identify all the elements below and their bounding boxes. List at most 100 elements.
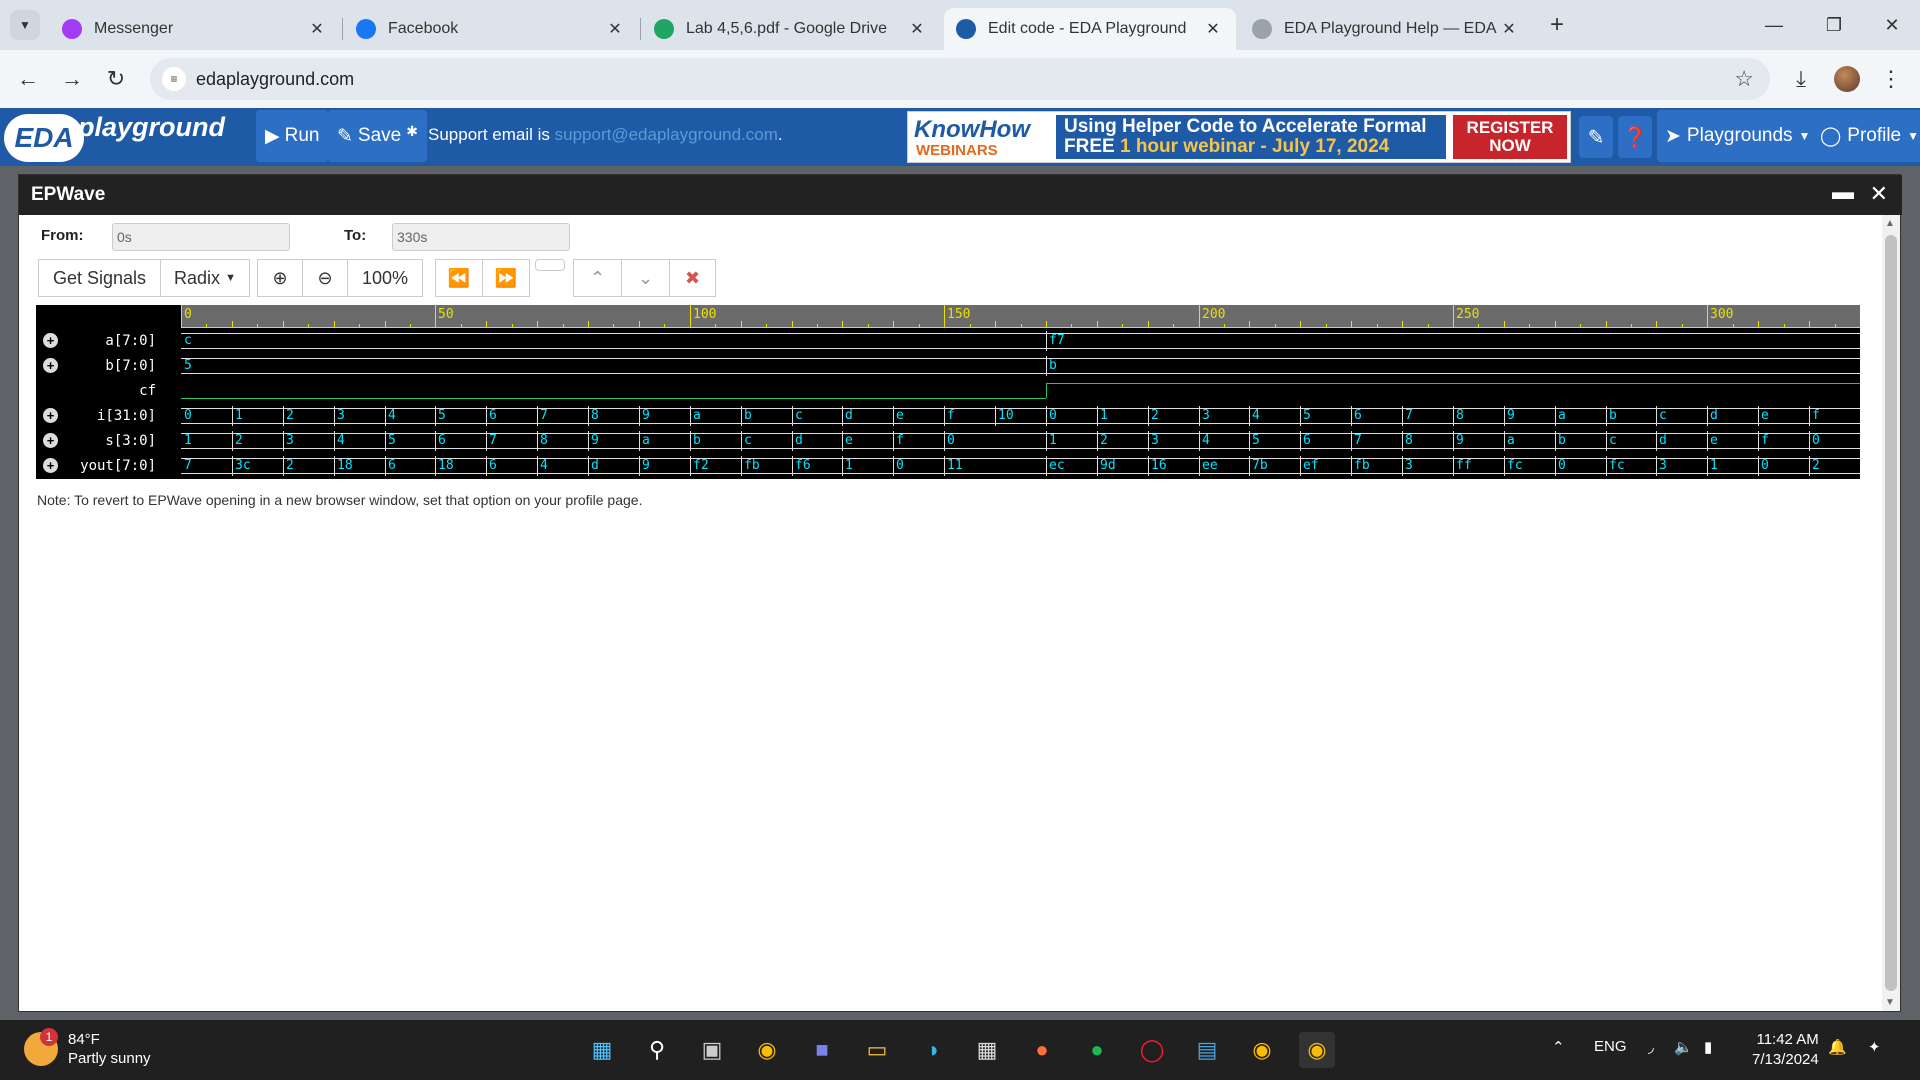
playgrounds-menu[interactable]: ➤ Playgrounds ▼ — [1657, 110, 1819, 162]
time-ruler[interactable]: 0 50 100 150 200 250 300 — [181, 305, 1860, 328]
signal-name[interactable]: s[3:0] — [36, 433, 156, 449]
scrollbar-thumb[interactable] — [1885, 235, 1897, 991]
browser-menu-icon[interactable]: ⋮ — [1874, 63, 1908, 95]
scroll-down-arrow-icon[interactable]: ▼ — [1885, 997, 1895, 1008]
radix-dropdown[interactable]: Radix ▼ — [160, 259, 250, 297]
browser-tab[interactable]: Facebook ✕ — [344, 8, 638, 50]
battery-icon[interactable]: ▮ — [1704, 1038, 1712, 1056]
weather-widget[interactable]: 1 84°F Partly sunny — [24, 1028, 151, 1068]
remove-signal-button[interactable]: ✖ — [669, 259, 716, 297]
signal-lane[interactable]: 0 1 2 3 4 5 6 7 8 9 a b c d e f 10 0 1 2 3 4 5 6 7 8 9 a b c d e f — [181, 406, 1860, 426]
site-info-icon[interactable]: ≡ — [162, 67, 186, 91]
jump-end-button[interactable]: ⏩ — [482, 259, 530, 297]
close-tab-icon[interactable]: ✕ — [906, 19, 928, 39]
firefox-icon[interactable]: ● — [1024, 1032, 1060, 1068]
new-tab-button[interactable]: + — [1542, 10, 1572, 40]
modal-scrollbar[interactable]: ▲ ▼ — [1882, 215, 1900, 1011]
close-tab-icon[interactable]: ✕ — [604, 19, 626, 39]
signal-name[interactable]: yout[7:0] — [36, 458, 156, 474]
close-tab-icon[interactable]: ✕ — [1498, 19, 1520, 39]
signal-value: 4 — [388, 408, 396, 423]
get-signals-button[interactable]: Get Signals — [38, 259, 161, 297]
reload-button[interactable]: ↻ — [100, 63, 132, 95]
ruler-label: 150 — [947, 307, 971, 322]
from-input[interactable]: 0s — [112, 223, 290, 251]
eda-logo[interactable]: EDA — [4, 114, 84, 162]
bus-transition — [1148, 456, 1149, 476]
profile-menu[interactable]: ◯ Profile ▼ — [1812, 110, 1920, 162]
downloads-icon[interactable]: ⤓ — [1784, 63, 1818, 95]
browser-tab[interactable]: Edit code - EDA Playground ✕ — [944, 8, 1236, 50]
store-icon[interactable]: ▦ — [969, 1032, 1005, 1068]
copilot-icon[interactable]: ✦ — [1868, 1038, 1881, 1056]
close-tab-icon[interactable]: ✕ — [306, 19, 328, 39]
bus-transition — [1199, 431, 1200, 451]
close-modal-button[interactable]: ✕ — [1870, 181, 1888, 207]
signal-name[interactable]: a[7:0] — [36, 333, 156, 349]
edge-icon[interactable]: ◑ — [914, 1032, 950, 1068]
bus-transition — [741, 456, 742, 476]
signal-lane[interactable]: 1 2 3 4 5 6 7 8 9 a b c d e f 0 1 2 3 4 5 6 7 8 9 a b c d e f 0 — [181, 431, 1860, 451]
move-signal-down-button[interactable]: ⌄ — [621, 259, 670, 297]
tray-expand-icon[interactable]: ⌃ — [1552, 1038, 1565, 1056]
signal-value: 10 — [998, 408, 1014, 423]
notification-bell-icon[interactable]: 🔔 — [1828, 1038, 1847, 1056]
save-button[interactable]: ✎ Save ✱ — [328, 110, 427, 162]
browser-tab[interactable]: Lab 4,5,6.pdf - Google Drive ✕ — [642, 8, 940, 50]
profile-avatar[interactable] — [1834, 66, 1860, 92]
to-input[interactable]: 330s — [392, 223, 570, 251]
file-explorer-icon[interactable]: ▭ — [859, 1032, 895, 1068]
bus-transition — [334, 431, 335, 451]
browser-tab[interactable]: Messenger ✕ — [50, 8, 340, 50]
webinar-banner[interactable]: KnowHow WEBINARS Using Helper Code to Ac… — [907, 111, 1571, 163]
chrome-active-icon[interactable]: ◉ — [1299, 1032, 1335, 1068]
run-button[interactable]: ▶ Run — [256, 110, 329, 162]
scroll-up-arrow-icon[interactable]: ▲ — [1885, 218, 1895, 229]
address-bar[interactable]: ≡ edaplayground.com ☆ — [150, 58, 1770, 100]
arrow-left-icon: ← — [17, 66, 39, 91]
minimize-window-button[interactable]: — — [1746, 8, 1802, 42]
signal-name[interactable]: b[7:0] — [36, 358, 156, 374]
language-indicator[interactable]: ENG — [1594, 1038, 1627, 1055]
zoom-out-button[interactable]: ⊖ — [302, 259, 348, 297]
signal-lane[interactable]: 7 3c 2 18 6 18 6 4 d 9 f2 fb f6 1 0 11 ec 9d 16 ee 7b ef fb 3 ff… — [181, 456, 1860, 476]
signal-lane[interactable]: c f7 — [181, 331, 1860, 351]
bus-transition — [1199, 456, 1200, 476]
windows-start-icon[interactable]: ▦ — [584, 1032, 620, 1068]
signal-lane[interactable] — [181, 381, 1860, 401]
browser-tab[interactable]: EDA Playground Help — EDA P ✕ — [1240, 8, 1532, 50]
notepad-icon[interactable]: ▤ — [1189, 1032, 1225, 1068]
chrome-profile-icon[interactable]: ◉ — [1244, 1032, 1280, 1068]
signal-name[interactable]: cf — [36, 383, 156, 399]
close-tab-icon[interactable]: ✕ — [1202, 19, 1224, 39]
jump-start-button[interactable]: ⏪ — [435, 259, 483, 297]
signal-value: 1 — [235, 408, 243, 423]
move-signal-up-button[interactable]: ⌃ — [573, 259, 622, 297]
waveform-viewer[interactable]: 0 50 100 150 200 250 300 + a[7:0] c f7 + b[7:0] 5 b cf… — [36, 305, 1860, 479]
bookmark-star-icon[interactable]: ☆ — [1734, 66, 1754, 92]
chrome-icon[interactable]: ◉ — [749, 1032, 785, 1068]
edit-icon[interactable]: ✎ — [1579, 116, 1613, 158]
tab-search-dropdown[interactable]: ▼ — [10, 10, 40, 40]
volume-icon[interactable]: 🔈 — [1674, 1038, 1693, 1056]
help-icon[interactable]: ❓ — [1618, 116, 1652, 158]
close-window-button[interactable]: ✕ — [1864, 8, 1920, 42]
url-text[interactable]: edaplayground.com — [196, 69, 354, 90]
restore-window-button[interactable]: ❐ — [1806, 8, 1862, 42]
search-icon[interactable]: ⚲ — [639, 1032, 675, 1068]
forward-button[interactable]: → — [56, 63, 88, 95]
back-button[interactable]: ← — [12, 63, 44, 95]
opera-icon[interactable]: ◯ — [1134, 1032, 1170, 1068]
teams-icon[interactable]: ■ — [804, 1032, 840, 1068]
register-now-button[interactable]: REGISTER NOW — [1453, 115, 1567, 159]
wifi-icon[interactable]: ◞ — [1648, 1038, 1654, 1056]
system-clock[interactable]: 11:42 AM 7/13/2024 — [1752, 1030, 1819, 1070]
bus-transition — [944, 431, 945, 451]
signal-lane[interactable]: 5b — [181, 356, 1860, 376]
task-view-icon[interactable]: ▣ — [694, 1032, 730, 1068]
spotify-icon[interactable]: ● — [1079, 1032, 1115, 1068]
support-email-link[interactable]: support@edaplayground.com — [555, 125, 778, 144]
minimize-modal-button[interactable]: ▬ — [1832, 179, 1854, 205]
zoom-in-button[interactable]: ⊕ — [257, 259, 303, 297]
signal-name[interactable]: i[31:0] — [36, 408, 156, 424]
